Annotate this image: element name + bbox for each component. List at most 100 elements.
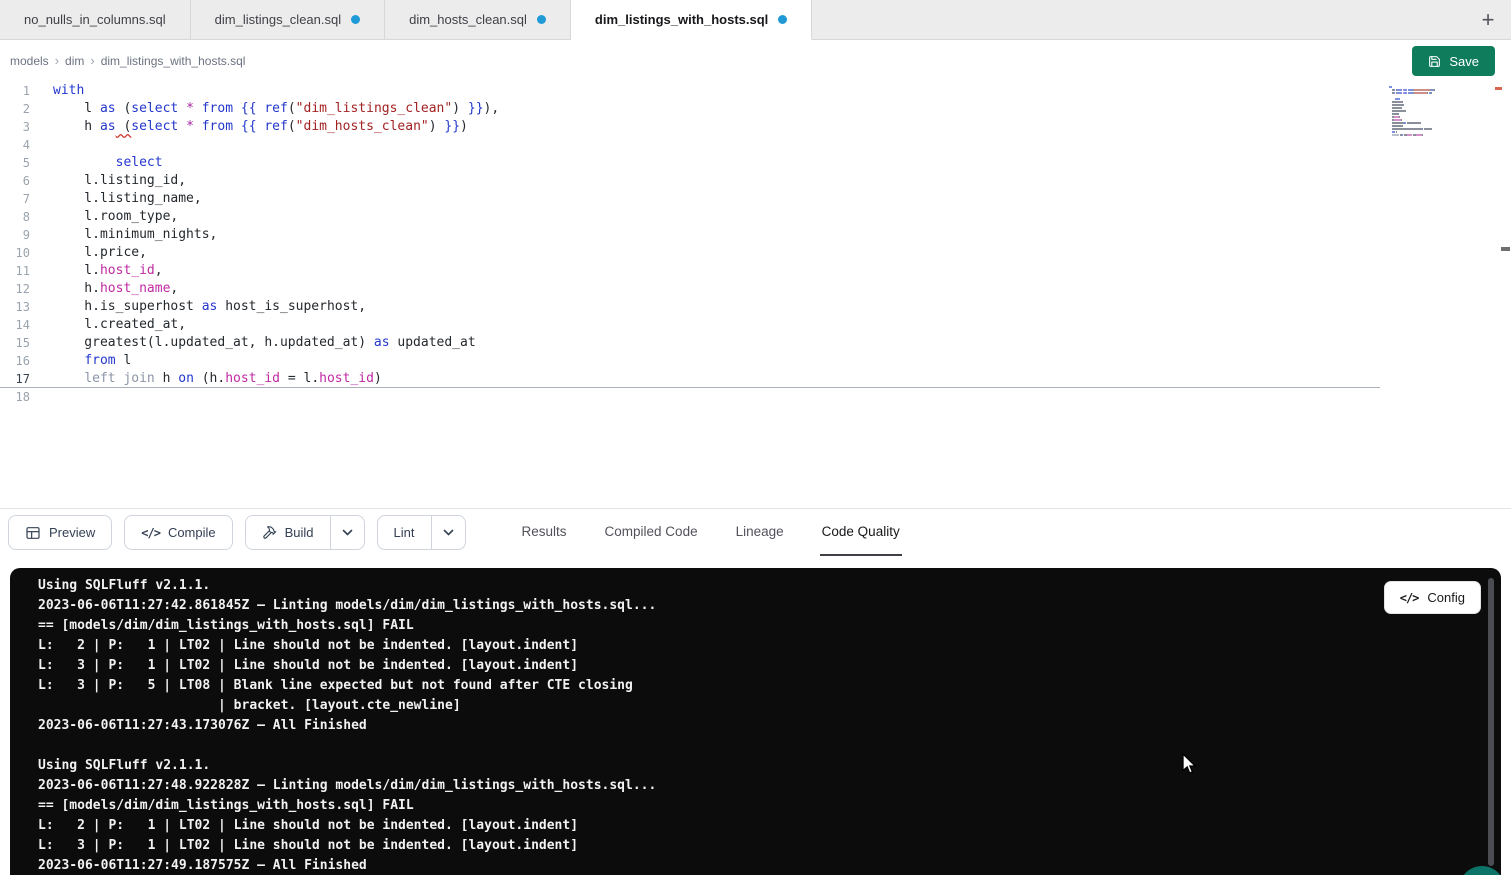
code-token	[53, 155, 116, 170]
code-line[interactable]: 13 h.is_superhost as host_is_superhost,	[0, 298, 1380, 316]
code-token: )	[452, 101, 460, 116]
minimap-token	[1392, 128, 1422, 130]
code-token: from	[202, 119, 233, 134]
code-token: host_id	[100, 263, 155, 278]
minimap[interactable]	[1389, 86, 1459, 140]
panel-tab-lineage[interactable]: Lineage	[734, 509, 786, 556]
code-line[interactable]: 5 select	[0, 154, 1380, 172]
minimap-token	[1392, 113, 1398, 115]
code-token: )	[374, 371, 382, 386]
code-line[interactable]: 11 l.host_id,	[0, 262, 1380, 280]
editor-tab[interactable]: dim_listings_clean.sql	[191, 0, 385, 40]
code-token: l.price,	[53, 245, 147, 260]
code-line[interactable]: 8 l.room_type,	[0, 208, 1380, 226]
code-line-text: l.minimum_nights,	[30, 226, 217, 244]
compile-button[interactable]: </> Compile	[124, 515, 232, 550]
lint-dropdown-button[interactable]	[431, 515, 466, 550]
terminal-scrollbar[interactable]	[1488, 578, 1494, 866]
code-token: ,	[170, 281, 178, 296]
code-token: l.minimum_nights,	[53, 227, 217, 242]
code-line[interactable]: 16 from l	[0, 352, 1380, 370]
panel-tab-compiled-code[interactable]: Compiled Code	[603, 509, 700, 556]
compile-label: Compile	[168, 525, 216, 540]
code-token: h.	[53, 281, 100, 296]
code-line[interactable]: 10 l.price,	[0, 244, 1380, 262]
minimap-token	[1401, 119, 1402, 121]
scrollbar-lint-marker	[1495, 87, 1502, 90]
code-line[interactable]: 15 greatest(l.updated_at, h.updated_at) …	[0, 334, 1380, 352]
minimap-token	[1392, 107, 1402, 109]
code-token	[194, 101, 202, 116]
code-icon: </>	[141, 526, 160, 540]
build-button[interactable]: Build	[245, 515, 330, 550]
line-number: 11	[0, 262, 30, 280]
minimap-line	[1389, 125, 1459, 127]
code-line-text: with	[30, 82, 84, 100]
header-bar: models›dim›dim_listings_with_hosts.sql S…	[0, 40, 1511, 82]
lint-button[interactable]: Lint	[377, 515, 431, 550]
code-line-text: l.listing_id,	[30, 172, 186, 190]
mouse-cursor	[1179, 753, 1199, 775]
minimap-line	[1389, 116, 1459, 118]
breadcrumb-item[interactable]: dim	[65, 54, 84, 68]
code-line[interactable]: 12 h.host_name,	[0, 280, 1380, 298]
tab-label: dim_listings_with_hosts.sql	[595, 12, 768, 27]
tab-bar: no_nulls_in_columns.sqldim_listings_clea…	[0, 0, 1511, 40]
editor-tab[interactable]: dim_hosts_clean.sql	[385, 0, 571, 40]
breadcrumb-item[interactable]: dim_listings_with_hosts.sql	[101, 54, 246, 68]
save-button[interactable]: Save	[1412, 46, 1495, 76]
terminal-output: Using SQLFluff v2.1.1. 2023-06-06T11:27:…	[10, 568, 1501, 875]
code-line[interactable]: 6 l.listing_id,	[0, 172, 1380, 190]
minimap-token	[1392, 122, 1404, 124]
code-line[interactable]: 18	[0, 388, 1380, 406]
code-line[interactable]: 1with	[0, 82, 1380, 100]
modified-dot-icon	[351, 15, 360, 24]
minimap-token	[1396, 131, 1397, 133]
minimap-token	[1389, 86, 1392, 88]
minimap-token	[1399, 116, 1400, 118]
table-icon	[25, 525, 41, 541]
code-token: )	[460, 119, 468, 134]
code-line[interactable]: 4	[0, 136, 1380, 154]
code-token: l.listing_id,	[53, 173, 186, 188]
code-token	[233, 119, 241, 134]
code-line-text: l.price,	[30, 244, 147, 262]
build-split-button: Build	[245, 515, 365, 550]
code-line[interactable]: 14 l.created_at,	[0, 316, 1380, 334]
code-line[interactable]: 17 left join h on (h.host_id = l.host_id…	[0, 370, 1380, 388]
code-editor[interactable]: 1with2 l as (select * from {{ ref("dim_l…	[0, 82, 1511, 508]
code-line[interactable]: 9 l.minimum_nights,	[0, 226, 1380, 244]
breadcrumb-item[interactable]: models	[10, 54, 49, 68]
minimap-line	[1389, 86, 1459, 88]
build-dropdown-button[interactable]	[330, 515, 365, 550]
line-number: 15	[0, 334, 30, 352]
code-token	[178, 101, 186, 116]
code-line[interactable]: 7 l.listing_name,	[0, 190, 1380, 208]
line-number: 8	[0, 208, 30, 226]
scrollbar-position-marker[interactable]	[1501, 247, 1510, 251]
code-line-text: l.room_type,	[30, 208, 178, 226]
tab-bar-filler	[812, 0, 1465, 40]
line-number: 10	[0, 244, 30, 262]
line-number: 4	[0, 136, 30, 154]
minimap-line	[1389, 89, 1459, 91]
code-token	[53, 353, 84, 368]
tab-label: dim_hosts_clean.sql	[409, 12, 527, 27]
panel-tab-code-quality[interactable]: Code Quality	[820, 509, 902, 556]
new-tab-button[interactable]: +	[1465, 0, 1511, 40]
editor-tab[interactable]: dim_listings_with_hosts.sql	[571, 0, 812, 40]
code-token: host_is_superhost,	[217, 299, 366, 314]
minimap-line	[1389, 128, 1459, 130]
panel-tab-results[interactable]: Results	[520, 509, 569, 556]
editor-tab[interactable]: no_nulls_in_columns.sql	[0, 0, 191, 40]
preview-button[interactable]: Preview	[8, 515, 112, 550]
code-token: greatest(l.updated_at, h.updated_at)	[53, 335, 374, 350]
code-token: (	[116, 119, 132, 134]
config-button[interactable]: </> Config	[1384, 581, 1481, 614]
code-token: ),	[484, 101, 500, 116]
code-line[interactable]: 2 l as (select * from {{ ref("dim_listin…	[0, 100, 1380, 118]
code-line[interactable]: 3 h as (select * from {{ ref("dim_hosts_…	[0, 118, 1380, 136]
code-line-text: from l	[30, 352, 131, 370]
minimap-token	[1392, 104, 1404, 106]
code-token: *	[186, 119, 194, 134]
